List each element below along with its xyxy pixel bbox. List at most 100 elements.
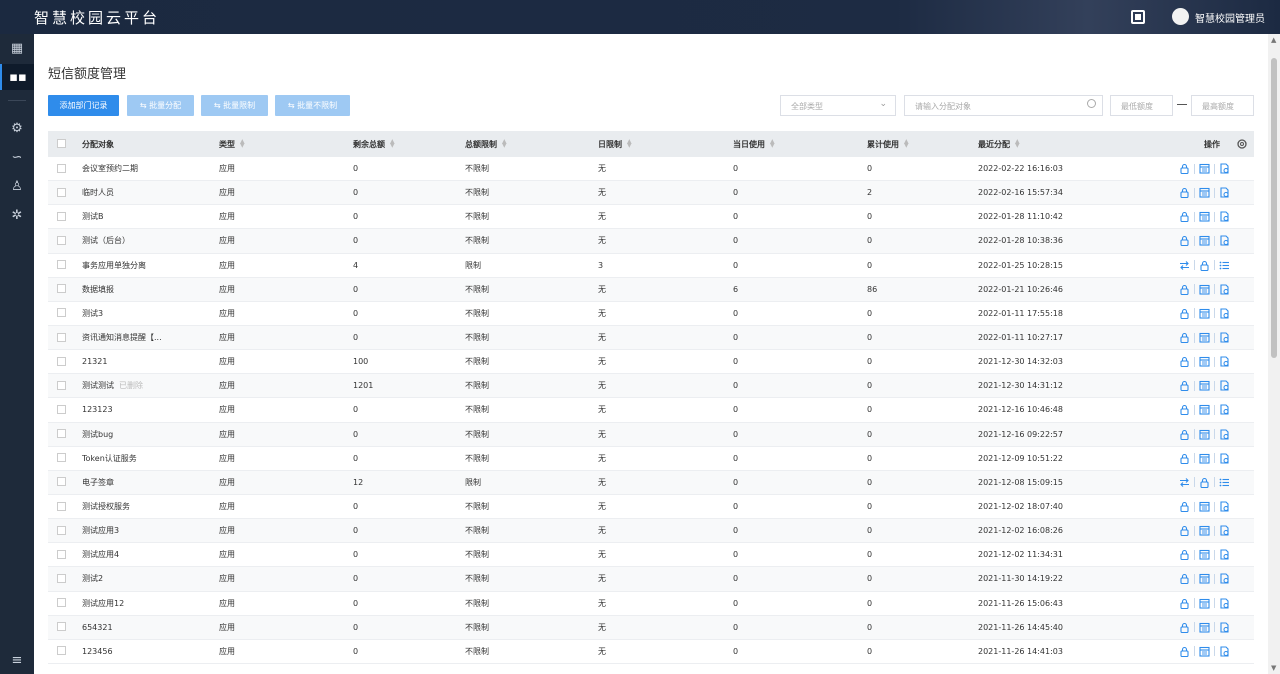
limit-lock-icon[interactable] xyxy=(1179,308,1190,319)
record-doc-icon[interactable] xyxy=(1219,525,1230,536)
min-quota-input[interactable]: 最低额度 xyxy=(1110,95,1173,116)
record-doc-icon[interactable] xyxy=(1219,308,1230,319)
col-header-type[interactable]: 类型 ▲ ▼ xyxy=(219,131,246,157)
scroll-down-icon[interactable]: ▼ xyxy=(1271,664,1276,672)
row-checkbox[interactable] xyxy=(57,453,66,463)
add-department-button[interactable]: 添加部门记录 xyxy=(48,95,119,116)
col-header-total-used[interactable]: 累计使用 ▲ ▼ xyxy=(867,131,910,157)
table-row[interactable]: 测试（后台） 应用 0 不限制 无 0 0 2022-01-28 10:38:36 xyxy=(48,229,1254,254)
batch-unlimit-button[interactable]: ⇆ 批量不限制 xyxy=(275,95,350,116)
table-row[interactable]: 临时人员 应用 0 不限制 无 0 2 2022-02-16 15:57:34 xyxy=(48,181,1254,206)
row-checkbox[interactable] xyxy=(57,332,66,342)
table-row[interactable]: 123456 应用 0 不限制 无 0 0 2021-11-26 14:41:03 xyxy=(48,640,1254,664)
table-row[interactable]: 测试授权服务 应用 0 不限制 无 0 0 2021-12-02 18:07:40 xyxy=(48,495,1254,520)
row-checkbox[interactable] xyxy=(57,260,66,270)
limit-lock-icon[interactable] xyxy=(1179,404,1190,416)
flow-icon[interactable]: ∽ xyxy=(0,144,34,170)
record-doc-icon[interactable] xyxy=(1219,284,1230,295)
calendar-icon[interactable] xyxy=(1199,308,1210,319)
limit-lock-icon[interactable] xyxy=(1179,573,1190,585)
col-header-last[interactable]: 最近分配 ▲ ▼ xyxy=(978,131,1021,157)
max-quota-input[interactable]: 最高额度 xyxy=(1191,95,1254,116)
limit-lock-icon[interactable] xyxy=(1199,477,1210,488)
batch-limit-button[interactable]: ⇆ 批量限制 xyxy=(201,95,268,116)
limit-lock-icon[interactable] xyxy=(1179,332,1190,344)
record-doc-icon[interactable] xyxy=(1219,598,1230,609)
table-row[interactable]: 电子签章 应用 12 限制 无 0 0 2021-12-08 15:09:15 xyxy=(48,470,1254,495)
limit-lock-icon[interactable] xyxy=(1179,549,1190,561)
limit-lock-icon[interactable] xyxy=(1179,356,1190,368)
calendar-icon[interactable] xyxy=(1199,211,1210,222)
row-checkbox[interactable] xyxy=(57,356,66,366)
col-header-total-limit[interactable]: 总额限制 ▲ ▼ xyxy=(465,131,508,157)
sort-icon[interactable]: ▲ ▼ xyxy=(390,139,396,149)
detail-list-icon[interactable] xyxy=(1219,477,1230,488)
table-row[interactable]: 测试B 应用 0 不限制 无 0 0 2022-01-28 11:10:42 xyxy=(48,205,1254,230)
fullscreen-icon[interactable] xyxy=(1131,10,1145,24)
calendar-icon[interactable] xyxy=(1199,332,1210,343)
record-doc-icon[interactable] xyxy=(1219,163,1230,174)
sort-icon[interactable]: ▲ ▼ xyxy=(502,139,508,149)
assign-icon[interactable] xyxy=(1179,260,1190,271)
dashboard-icon[interactable]: ▪▪ xyxy=(0,64,34,90)
sort-icon[interactable]: ▲ ▼ xyxy=(240,139,246,149)
record-doc-icon[interactable] xyxy=(1219,211,1230,222)
record-doc-icon[interactable] xyxy=(1219,380,1230,391)
calendar-icon[interactable] xyxy=(1199,549,1210,560)
limit-lock-icon[interactable] xyxy=(1179,187,1190,199)
calendar-icon[interactable] xyxy=(1199,163,1210,174)
record-doc-icon[interactable] xyxy=(1219,622,1230,633)
limit-lock-icon[interactable] xyxy=(1179,429,1190,440)
calendar-icon[interactable] xyxy=(1199,235,1210,247)
table-row[interactable]: 测试2 应用 0 不限制 无 0 0 2021-11-30 14:19:22 xyxy=(48,567,1254,592)
row-checkbox[interactable] xyxy=(57,380,66,390)
row-checkbox[interactable] xyxy=(57,549,66,559)
sort-icon[interactable]: ▲ ▼ xyxy=(1015,139,1021,149)
scrollbar-thumb[interactable] xyxy=(1271,58,1277,358)
record-doc-icon[interactable] xyxy=(1219,235,1230,247)
row-checkbox[interactable] xyxy=(57,622,66,632)
table-row[interactable]: 会议室预约二期 应用 0 不限制 无 0 0 2022-02-22 16:16:03 xyxy=(48,157,1254,182)
table-row[interactable]: 123123 应用 0 不限制 无 0 0 2021-12-16 10:46:48 xyxy=(48,398,1254,423)
limit-lock-icon[interactable] xyxy=(1179,284,1190,295)
row-checkbox[interactable] xyxy=(57,235,66,245)
record-doc-icon[interactable] xyxy=(1219,187,1230,198)
record-doc-icon[interactable] xyxy=(1219,549,1230,560)
batch-assign-button[interactable]: ⇆ 批量分配 xyxy=(127,95,194,116)
calendar-icon[interactable] xyxy=(1199,404,1210,416)
col-header-target[interactable]: 分配对象 xyxy=(82,131,114,157)
record-doc-icon[interactable] xyxy=(1219,404,1230,416)
row-checkbox[interactable] xyxy=(57,308,66,318)
table-row[interactable]: 数据填报 应用 0 不限制 无 6 86 2022-01-21 10:26:46 xyxy=(48,277,1254,302)
row-checkbox[interactable] xyxy=(57,598,66,608)
grid-icon[interactable]: ▦ xyxy=(0,35,34,61)
record-doc-icon[interactable] xyxy=(1219,646,1230,657)
limit-lock-icon[interactable] xyxy=(1199,260,1210,271)
column-settings-icon[interactable] xyxy=(1236,138,1248,150)
row-checkbox[interactable] xyxy=(57,284,66,294)
table-row[interactable]: 事务应用单独分离 应用 4 限制 3 0 0 2022-01-25 10:28:15 xyxy=(48,254,1254,278)
col-header-day-limit[interactable]: 日限制 ▲ ▼ xyxy=(598,131,633,157)
record-doc-icon[interactable] xyxy=(1219,429,1230,440)
record-doc-icon[interactable] xyxy=(1219,573,1230,585)
table-row[interactable]: 654321 应用 0 不限制 无 0 0 2021-11-26 14:45:40 xyxy=(48,615,1254,640)
table-row[interactable]: 测试bug 应用 0 不限制 无 0 0 2021-12-16 09:22:57 xyxy=(48,422,1254,447)
type-select[interactable]: 全部类型 ⌄ xyxy=(780,95,896,116)
calendar-icon[interactable] xyxy=(1199,284,1210,295)
limit-lock-icon[interactable] xyxy=(1179,646,1190,657)
calendar-icon[interactable] xyxy=(1199,573,1210,585)
calendar-icon[interactable] xyxy=(1199,453,1210,464)
sort-icon[interactable]: ▲ ▼ xyxy=(627,139,633,149)
scrollbar[interactable]: ▲ ▼ xyxy=(1268,34,1280,674)
record-doc-icon[interactable] xyxy=(1219,501,1230,512)
calendar-icon[interactable] xyxy=(1199,622,1210,633)
settings-user-icon[interactable]: ⚙ xyxy=(0,115,34,141)
row-checkbox[interactable] xyxy=(57,501,66,511)
sort-icon[interactable]: ▲ ▼ xyxy=(904,139,910,149)
limit-lock-icon[interactable] xyxy=(1179,501,1190,513)
scroll-up-icon[interactable]: ▲ xyxy=(1271,36,1276,44)
row-checkbox[interactable] xyxy=(57,187,66,197)
col-header-remain[interactable]: 剩余总额 ▲ ▼ xyxy=(353,131,396,157)
limit-lock-icon[interactable] xyxy=(1179,525,1190,537)
assign-icon[interactable] xyxy=(1179,477,1190,488)
